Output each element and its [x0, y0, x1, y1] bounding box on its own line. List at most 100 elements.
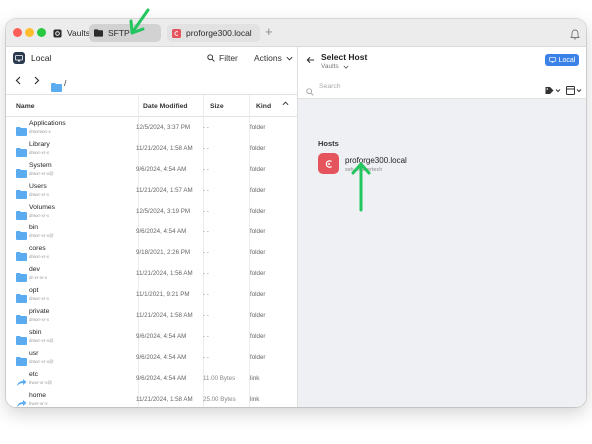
- folder-icon: [16, 165, 27, 178]
- file-date-modified: 11/21/2024, 1:58 AM: [136, 395, 193, 403]
- view-mode-button[interactable]: [566, 83, 582, 95]
- file-permissions: drwxr-xr-x: [29, 149, 49, 155]
- layout-icon: [566, 86, 582, 95]
- file-kind: folder: [250, 165, 266, 173]
- file-permissions: dr-xr-xr-x: [29, 275, 48, 281]
- search-icon: [306, 83, 314, 96]
- file-name: System: [29, 161, 52, 169]
- local-button[interactable]: Local: [545, 54, 579, 66]
- file-date-modified: 11/21/2024, 1:58 AM: [136, 312, 193, 320]
- file-size: - -: [203, 186, 209, 194]
- file-date-modified: 11/1/2021, 9:21 PM: [136, 291, 190, 299]
- file-date-modified: 12/5/2024, 3:37 PM: [136, 124, 191, 131]
- chevron-right-icon: [34, 76, 40, 85]
- tab-label: Vaults: [67, 28, 90, 38]
- file-row[interactable]: usr drwxr-xr-x@ 9/6/2024, 4:54 AM - - folder: [6, 347, 298, 368]
- chevron-down-icon: [286, 56, 293, 60]
- file-row[interactable]: private drwxr-xr-x 11/21/2024, 1:58 AM - - f…: [6, 305, 298, 326]
- file-list: Applications drwxrwxr-x 12/5/2024, 3:37 PM…: [6, 117, 298, 407]
- debian-icon: [318, 153, 339, 174]
- file-size: - -: [203, 291, 209, 299]
- tab-label: SFTP: [108, 28, 130, 38]
- column-date-modified[interactable]: Date Modified: [143, 103, 188, 110]
- tab-proforge300-local[interactable]: proforge300.local: [167, 24, 260, 42]
- folder-icon: [16, 311, 27, 325]
- file-kind: folder: [250, 291, 266, 299]
- file-size: - -: [203, 124, 209, 131]
- host-search-bar[interactable]: Search: [298, 77, 586, 99]
- column-name[interactable]: Name: [16, 103, 35, 110]
- chevron-left-icon: [15, 76, 21, 85]
- file-row[interactable]: Volumes drwxr-xr-x 12/5/2024, 3:19 PM - - fo…: [6, 201, 298, 222]
- chevron-down-icon: [343, 65, 349, 69]
- file-row[interactable]: bin drwxr-xr-x@ 9/6/2024, 4:54 AM - - folder: [6, 221, 298, 242]
- file-row[interactable]: opt drwxr-xr-x 11/1/2021, 9:21 PM - - folder: [6, 284, 298, 305]
- file-name: private: [29, 308, 50, 316]
- file-date-modified: 9/6/2024, 4:54 AM: [136, 165, 187, 173]
- file-permissions: drwxr-xr-x@: [29, 358, 54, 364]
- annotation-arrow-icon: [351, 162, 371, 212]
- folder-icon: [16, 123, 27, 136]
- file-size: - -: [203, 353, 209, 361]
- vault-selector-label: Vaults: [321, 63, 339, 70]
- bell-icon[interactable]: [570, 27, 580, 40]
- folder-icon: [16, 207, 27, 220]
- search-input[interactable]: Search: [319, 83, 341, 90]
- file-date-modified: 11/21/2024, 1:56 AM: [136, 270, 193, 278]
- file-row[interactable]: dev dr-xr-xr-x 11/21/2024, 1:56 AM - - folde…: [6, 263, 298, 284]
- vault-selector[interactable]: Vaults: [321, 63, 349, 70]
- tag-filter-button[interactable]: [545, 83, 561, 94]
- select-host-title: Select Host: [321, 52, 368, 62]
- file-row[interactable]: Users drwxr-xr-x 11/21/2024, 1:57 AM - - fol…: [6, 180, 298, 201]
- file-row[interactable]: sbin drwxr-xr-x@ 9/6/2024, 4:54 AM - - folde…: [6, 326, 298, 347]
- file-permissions: drwxr-xr-x: [29, 191, 49, 197]
- filter-label: Filter: [219, 53, 238, 63]
- host-item-proforge300[interactable]: proforge300.local ssh, makertech: [318, 153, 428, 177]
- file-permissions: lrwxr-xr-x@: [29, 379, 53, 385]
- file-size: - -: [203, 165, 209, 173]
- folder-icon: [16, 248, 27, 262]
- file-date-modified: 9/6/2024, 4:54 AM: [136, 353, 187, 361]
- close-window-button[interactable]: [13, 28, 22, 37]
- minimize-window-button[interactable]: [25, 28, 34, 37]
- file-row[interactable]: Library drwxr-xr-x 11/21/2024, 1:58 AM - - f…: [6, 138, 298, 159]
- column-kind[interactable]: Kind: [256, 103, 271, 110]
- file-permissions: drwxr-xr-x@: [29, 170, 54, 176]
- zoom-window-button[interactable]: [37, 28, 46, 37]
- file-row[interactable]: System drwxr-xr-x@ 9/6/2024, 4:54 AM - - fol…: [6, 159, 298, 180]
- file-kind: link: [250, 374, 260, 382]
- file-date-modified: 9/6/2024, 4:54 AM: [136, 374, 187, 382]
- file-row[interactable]: Applications drwxrwxr-x 12/5/2024, 3:37 PM…: [6, 117, 298, 138]
- back-button[interactable]: [15, 76, 21, 88]
- file-kind: folder: [250, 207, 266, 215]
- column-size[interactable]: Size: [210, 103, 224, 110]
- file-table-header: Name Date Modified Size Kind: [6, 95, 298, 117]
- file-size: - -: [203, 144, 209, 152]
- file-name: Volumes: [29, 203, 56, 211]
- sort-chevron-up-icon[interactable]: [282, 101, 289, 108]
- file-permissions: drwxr-xr-x@: [29, 337, 54, 343]
- folder-icon: [16, 290, 27, 304]
- file-permissions: drwxr-xr-x@: [29, 233, 54, 239]
- filter-button[interactable]: Filter: [207, 53, 238, 63]
- file-date-modified: 12/5/2024, 3:19 PM: [136, 207, 191, 215]
- file-size: - -: [203, 270, 209, 278]
- back-arrow-button[interactable]: [306, 55, 315, 67]
- file-row[interactable]: etc lrwxr-xr-x@ 9/6/2024, 4:54 AM 11.00 Byt…: [6, 368, 298, 389]
- local-pane: Local Filter Actions / Name Date Modifie…: [6, 47, 298, 407]
- current-path[interactable]: /: [64, 78, 66, 88]
- file-row[interactable]: cores drwxr-xr-x 9/18/2021, 2:26 PM - - fold…: [6, 242, 298, 263]
- folder-icon: [16, 353, 27, 366]
- folder-icon: [16, 332, 27, 345]
- new-tab-button[interactable]: +: [265, 25, 273, 39]
- actions-button[interactable]: Actions: [254, 53, 293, 63]
- host-pane-header: Select Host Vaults Local: [298, 47, 586, 77]
- file-kind: folder: [250, 228, 266, 236]
- forward-button[interactable]: [34, 76, 40, 88]
- local-pane-header: Local Filter Actions: [6, 47, 298, 71]
- file-row[interactable]: home lrwxr-xr-x 11/21/2024, 1:58 AM 25.00 B…: [6, 389, 298, 407]
- hosts-section-label: Hosts: [318, 139, 339, 148]
- tab-vaults[interactable]: Vaults: [48, 24, 90, 42]
- file-name: Users: [29, 182, 47, 190]
- local-pane-title: Local: [31, 53, 52, 63]
